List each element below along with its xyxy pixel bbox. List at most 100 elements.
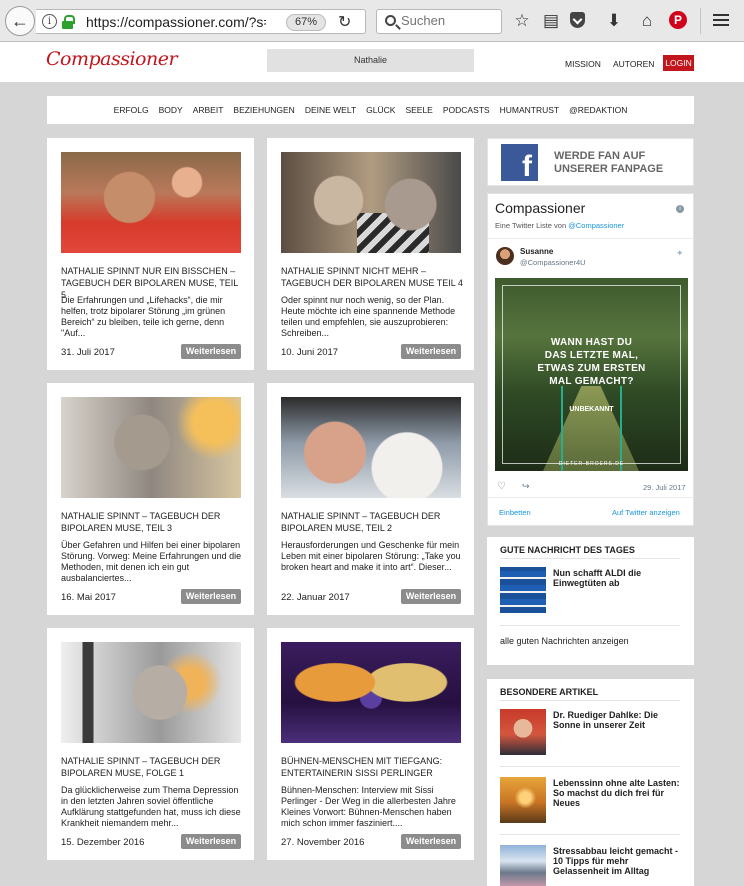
browser-toolbar: ← i https://compassioner.com/?s=N 67% ↻ … [0,0,744,42]
nav-item-body[interactable]: BODY [159,105,183,115]
article-card: NATHALIE SPINNT – TAGEBUCH DER BIPOLAREN… [267,383,474,615]
article-thumbnail[interactable] [281,397,461,498]
nav-item-humantrust[interactable]: HUMANTRUST [500,105,560,115]
article-date: 15. Dezember 2016 [61,837,145,848]
reload-icon[interactable]: ↻ [338,12,351,32]
info-icon[interactable]: i [42,14,57,29]
article-title[interactable]: NATHALIE SPINNT – TAGEBUCH DER BIPOLAREN… [281,510,465,534]
article-title[interactable]: NATHALIE SPINNT – TAGEBUCH DER BIPOLAREN… [61,755,245,779]
login-button[interactable]: LOGIN [663,55,694,71]
url-text[interactable]: https://compassioner.com/?s=N [86,14,266,30]
tweet-image-quote-author: UNBEKANNT [569,406,614,413]
special-article-title[interactable]: Stressabbau leicht gemacht - 10 Tipps fü… [553,846,681,876]
article-thumbnail[interactable] [281,152,461,253]
nav-item-erfolg[interactable]: ERFOLG [114,105,149,115]
read-more-button[interactable]: Weiterlesen [401,344,461,359]
twitter-bird-icon[interactable]: ✦ [676,248,684,259]
home-icon[interactable]: ⌂ [637,10,657,32]
divider [500,625,680,626]
article-title[interactable]: NATHALIE SPINNT – TAGEBUCH DER BIPOLAREN… [61,510,245,534]
tweet-image[interactable]: WANN HAST DU DAS LETZTE MAL, ETWAS ZUM E… [495,278,688,471]
article-date: 22. Januar 2017 [281,592,350,603]
article-excerpt: Herausforderungen und Geschenke für mein… [281,540,461,572]
special-articles-box: BESONDERE ARTIKEL Dr. Ruediger Dahlke: D… [487,679,694,886]
hamburger-menu-icon[interactable] [713,14,729,26]
twitter-list-widget: Compassioner i Eine Twitter Liste von @C… [487,193,694,526]
nav-item-podcasts[interactable]: PODCASTS [443,105,490,115]
divider [488,497,693,498]
nav-item-glueck[interactable]: GLÜCK [366,105,395,115]
read-more-button[interactable]: Weiterlesen [181,589,241,604]
article-excerpt: Da glücklicherweise zum Thema Depression… [61,785,241,828]
article-thumbnail[interactable] [500,709,546,755]
toolbar-separator [700,8,701,34]
browser-search-bar[interactable] [376,9,502,34]
twitter-list-subtitle: Eine Twitter Liste von @Compassioner [495,221,625,230]
article-title[interactable]: BÜHNEN-MENSCHEN MIT TIEFGANG: ENTERTAINE… [281,755,465,779]
article-thumbnail[interactable] [500,845,546,886]
nav-item-seele[interactable]: SEELE [405,105,432,115]
download-icon[interactable]: ⬇ [604,10,624,32]
view-on-twitter-link[interactable]: Auf Twitter anzeigen [612,508,680,517]
heart-icon[interactable]: ♡ [497,481,506,492]
header-link-mission[interactable]: MISSION [565,59,601,69]
lock-icon [62,15,75,29]
article-excerpt: Oder spinnt nur noch wenig, so der Plan.… [281,295,456,338]
arrow-left-icon: ← [11,10,29,31]
site-search-field[interactable]: Nathalie [267,49,474,72]
facebook-fan-banner[interactable]: f WERDE FAN AUF UNSERER FANPAGE [487,138,694,186]
divider [500,558,680,559]
article-thumbnail[interactable] [61,642,241,743]
divider [500,700,680,701]
clipboard-icon[interactable]: ▤ [541,10,561,32]
twitter-list-title[interactable]: Compassioner [495,200,585,216]
facebook-banner-text: WERDE FAN AUF UNSERER FANPAGE [554,150,664,175]
article-card: BÜHNEN-MENSCHEN MIT TIEFGANG: ENTERTAINE… [267,628,474,860]
address-bar[interactable]: i https://compassioner.com/?s=N 67% ↻ [36,9,366,34]
browser-search-input[interactable] [401,13,497,28]
nav-item-beziehungen[interactable]: BEZIEHUNGEN [233,105,294,115]
article-card: NATHALIE SPINNT – TAGEBUCH DER BIPOLAREN… [47,628,254,860]
article-card: NATHALIE SPINNT NUR EIN BISSCHEN – TAGEB… [47,138,254,370]
pinterest-icon[interactable]: P [669,11,687,29]
info-icon[interactable]: i [676,205,684,213]
read-more-button[interactable]: Weiterlesen [181,344,241,359]
news-thumbnail[interactable] [500,567,546,613]
special-article-title[interactable]: Lebenssinn ohne alte Lasten: So machst d… [553,778,681,808]
divider [500,766,680,767]
article-thumbnail[interactable] [61,152,241,253]
nav-item-deine-welt[interactable]: DEINE WELT [305,105,356,115]
back-button[interactable]: ← [5,6,35,36]
share-icon[interactable]: ↪ [522,481,530,492]
header-link-autoren[interactable]: AUTOREN [613,59,654,69]
pocket-icon[interactable] [570,12,585,28]
avatar[interactable] [496,247,514,265]
site-logo[interactable]: Compassioner [46,48,178,70]
tweet-author-handle[interactable]: @Compassioner4U [520,258,586,267]
bookmark-star-icon[interactable]: ☆ [512,10,532,32]
article-thumbnail[interactable] [281,642,461,743]
twitter-list-owner-link[interactable]: @Compassioner [568,221,624,230]
search-icon [385,15,396,26]
article-thumbnail[interactable] [61,397,241,498]
article-thumbnail[interactable] [500,777,546,823]
article-date: 31. Juli 2017 [61,347,115,358]
special-article-title[interactable]: Dr. Ruediger Dahlke: Die Sonne in unsere… [553,710,681,730]
article-excerpt: Bühnen-Menschen: Interview mit Sissi Per… [281,785,456,828]
tweet-author-name[interactable]: Susanne [520,247,553,256]
all-good-news-link[interactable]: alle guten Nachrichten anzeigen [500,636,629,646]
read-more-button[interactable]: Weiterlesen [401,834,461,849]
article-excerpt: Die Erfahrungen und „Lifehacks“, die mir… [61,295,226,338]
embed-link[interactable]: Einbetten [499,508,531,517]
section-heading: GUTE NACHRICHT DES TAGES [500,545,635,555]
zoom-level-badge[interactable]: 67% [286,14,326,31]
read-more-button[interactable]: Weiterlesen [401,589,461,604]
tweet-date[interactable]: 29. Juli 2017 [643,483,686,492]
read-more-button[interactable]: Weiterlesen [181,834,241,849]
nav-item-redaktion[interactable]: @REDAKTION [569,105,627,115]
article-card: NATHALIE SPINNT NICHT MEHR – TAGEBUCH DE… [267,138,474,370]
news-title[interactable]: Nun schafft ALDI die Einwegtüten ab [553,568,681,588]
article-title[interactable]: NATHALIE SPINNT NICHT MEHR – TAGEBUCH DE… [281,265,465,289]
nav-item-arbeit[interactable]: ARBEIT [193,105,224,115]
divider [500,834,680,835]
